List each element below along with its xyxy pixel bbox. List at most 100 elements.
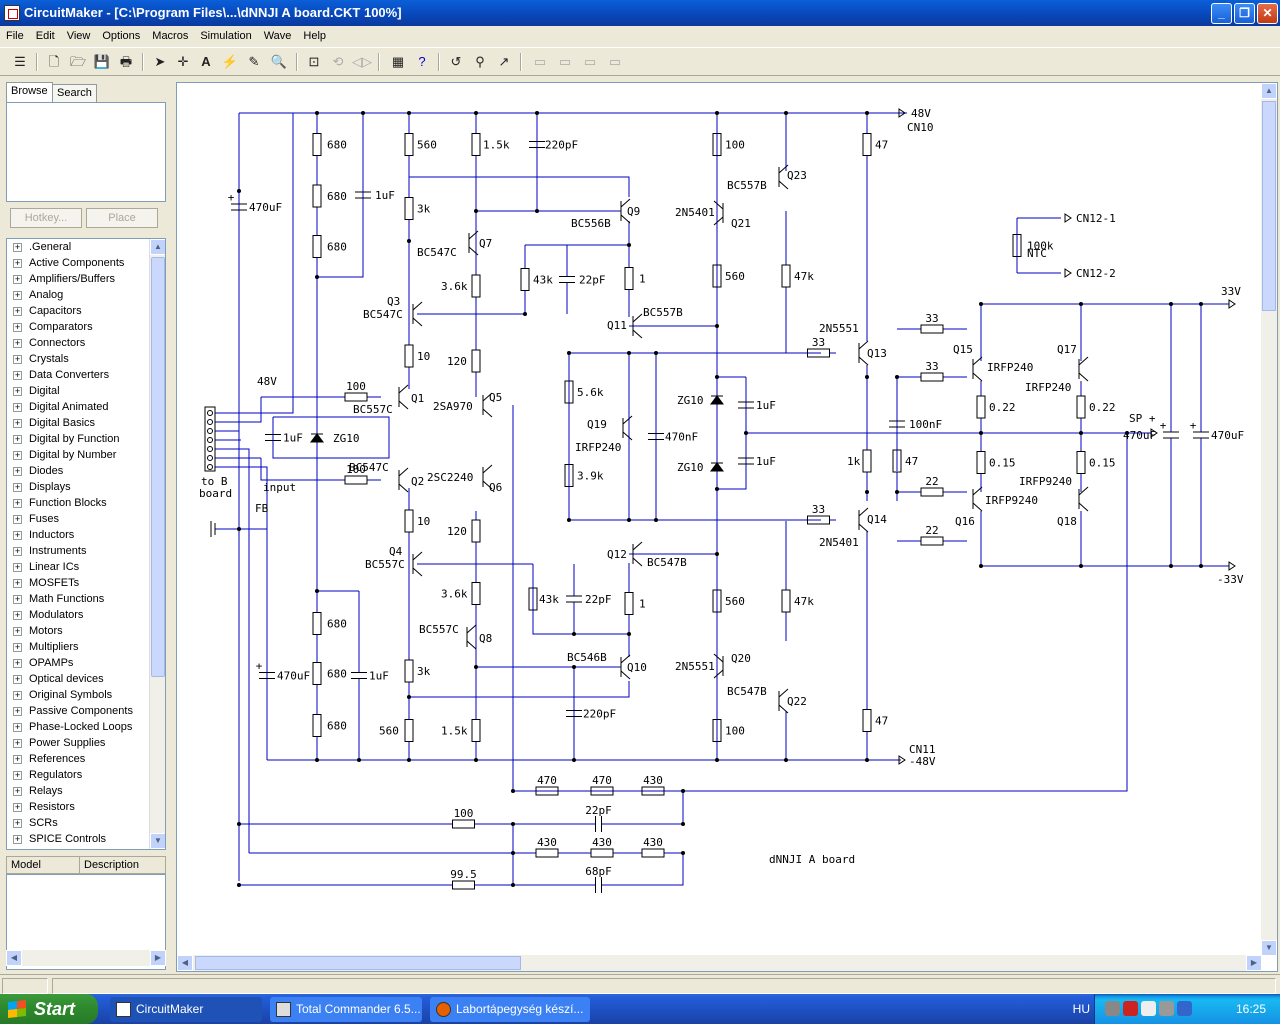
arrow-tool-icon[interactable]: ➤	[150, 52, 170, 72]
column-description[interactable]: Description	[79, 857, 139, 873]
tab-search[interactable]: Search	[52, 84, 97, 102]
zoom-tool-icon[interactable]: 🔍	[269, 52, 289, 72]
close-button[interactable]: ✕	[1257, 3, 1278, 24]
bluetooth-icon[interactable]	[1177, 1001, 1192, 1016]
expand-icon[interactable]: +	[13, 419, 22, 428]
expand-icon[interactable]: +	[13, 579, 22, 588]
zoom-fit-icon[interactable]: ⊡	[304, 52, 324, 72]
library-item[interactable]: + Regulators	[7, 767, 165, 783]
library-item[interactable]: + Crystals	[7, 351, 165, 367]
run-icon[interactable]: ⚲	[470, 52, 490, 72]
expand-icon[interactable]: +	[13, 611, 22, 620]
library-item[interactable]: + Capacitors	[7, 303, 165, 319]
library-item[interactable]: + Modulators	[7, 607, 165, 623]
expand-icon[interactable]: +	[13, 563, 22, 572]
expand-icon[interactable]: +	[13, 371, 22, 380]
schematic-canvas[interactable]: 48V CN10 CN11 -48V 33V -33V SP + to Bboard 48V in…	[176, 82, 1278, 972]
expand-icon[interactable]: +	[13, 531, 22, 540]
library-item[interactable]: + OPAMPs	[7, 655, 165, 671]
expand-icon[interactable]: +	[13, 595, 22, 604]
scroll-left-icon[interactable]: ◀	[6, 950, 22, 966]
analysis-icon-3[interactable]: ▭	[580, 52, 600, 72]
expand-icon[interactable]: +	[13, 803, 22, 812]
library-item[interactable]: + Multipliers	[7, 639, 165, 655]
library-item[interactable]: + Data Converters	[7, 367, 165, 383]
analysis-icon-1[interactable]: ▭	[530, 52, 550, 72]
canvas-hscrollbar[interactable]: ◀ ▶	[177, 955, 1262, 971]
expand-icon[interactable]: +	[13, 403, 22, 412]
library-item[interactable]: + Motors	[7, 623, 165, 639]
menu-options[interactable]: Options	[96, 26, 146, 46]
language-indicator[interactable]: HU	[1073, 994, 1090, 1024]
library-item[interactable]: + Digital	[7, 383, 165, 399]
scroll-left-icon[interactable]: ◀	[177, 955, 193, 971]
menu-simulation[interactable]: Simulation	[194, 26, 257, 46]
library-item[interactable]: + References	[7, 751, 165, 767]
library-item[interactable]: + Phase-Locked Loops	[7, 719, 165, 735]
library-item[interactable]: + Amplifiers/Buffers	[7, 271, 165, 287]
text-tool-icon[interactable]: A	[196, 52, 216, 72]
start-button[interactable]: Start	[0, 994, 98, 1024]
network-icon[interactable]	[1105, 1001, 1120, 1016]
expand-icon[interactable]: +	[13, 547, 22, 556]
open-file-icon[interactable]: 🗁	[68, 52, 88, 72]
menu-macros[interactable]: Macros	[146, 26, 194, 46]
library-item[interactable]: + Digital Basics	[7, 415, 165, 431]
menu-wave[interactable]: Wave	[258, 26, 298, 46]
canvas-vscrollbar[interactable]: ▲ ▼	[1261, 83, 1277, 956]
analysis-icon-2[interactable]: ▭	[555, 52, 575, 72]
tab-browse[interactable]: Browse	[6, 82, 53, 102]
expand-icon[interactable]: +	[13, 323, 22, 332]
scroll-down-icon[interactable]: ▼	[1261, 940, 1277, 956]
scroll-up-icon[interactable]: ▲	[1261, 83, 1277, 99]
expand-icon[interactable]: +	[13, 723, 22, 732]
expand-icon[interactable]: +	[13, 291, 22, 300]
library-item[interactable]: + Fuses	[7, 511, 165, 527]
library-item[interactable]: + Diodes	[7, 463, 165, 479]
library-item[interactable]: + Function Blocks	[7, 495, 165, 511]
expand-icon[interactable]: +	[13, 339, 22, 348]
expand-icon[interactable]: +	[13, 675, 22, 684]
expand-icon[interactable]: +	[13, 483, 22, 492]
library-item[interactable]: + SCRs	[7, 815, 165, 831]
expand-icon[interactable]: +	[13, 707, 22, 716]
library-item[interactable]: + Power Supplies	[7, 735, 165, 751]
expand-icon[interactable]: +	[13, 259, 22, 268]
library-item[interactable]: + Digital by Number	[7, 447, 165, 463]
library-item[interactable]: + Resistors	[7, 799, 165, 815]
library-item[interactable]: + Active Components	[7, 255, 165, 271]
library-item[interactable]: + Analog	[7, 287, 165, 303]
library-item[interactable]: + Relays	[7, 783, 165, 799]
print-icon[interactable]: 🖶	[116, 52, 136, 72]
canvas-hthumb[interactable]	[195, 956, 521, 970]
mirror-icon[interactable]: ◁▷	[352, 52, 372, 72]
reset-icon[interactable]: ↺	[446, 52, 466, 72]
model-hscrollbar[interactable]: ◀ ▶	[6, 950, 166, 966]
library-item[interactable]: + Optical devices	[7, 671, 165, 687]
column-model[interactable]: Model	[7, 857, 41, 873]
help-icon[interactable]: ?	[412, 52, 432, 72]
library-item[interactable]: + Original Symbols	[7, 687, 165, 703]
expand-icon[interactable]: +	[13, 243, 22, 252]
library-item[interactable]: + Digital by Function	[7, 431, 165, 447]
library-item[interactable]: + .General	[7, 239, 165, 255]
task-firefox[interactable]: Labortápegység készí...	[430, 997, 590, 1022]
app-icon[interactable]	[4, 5, 20, 21]
pen-tool-icon[interactable]: ✎	[244, 52, 264, 72]
place-button[interactable]: Place	[86, 208, 158, 228]
expand-icon[interactable]: +	[13, 307, 22, 316]
new-file-icon[interactable]: 🗋	[44, 52, 64, 72]
netlist-icon[interactable]: ▦	[388, 52, 408, 72]
minimize-button[interactable]: _	[1211, 3, 1232, 24]
expand-icon[interactable]: +	[13, 451, 22, 460]
scroll-right-icon[interactable]: ▶	[150, 950, 166, 966]
wire-tool-icon[interactable]: ✛	[173, 52, 193, 72]
scroll-thumb[interactable]	[151, 257, 165, 677]
expand-icon[interactable]: +	[13, 515, 22, 524]
expand-icon[interactable]: +	[13, 467, 22, 476]
hotkey-button[interactable]: Hotkey...	[10, 208, 82, 228]
expand-icon[interactable]: +	[13, 435, 22, 444]
expand-icon[interactable]: +	[13, 643, 22, 652]
canvas-vthumb[interactable]	[1262, 101, 1276, 311]
volume-icon[interactable]	[1141, 1001, 1156, 1016]
